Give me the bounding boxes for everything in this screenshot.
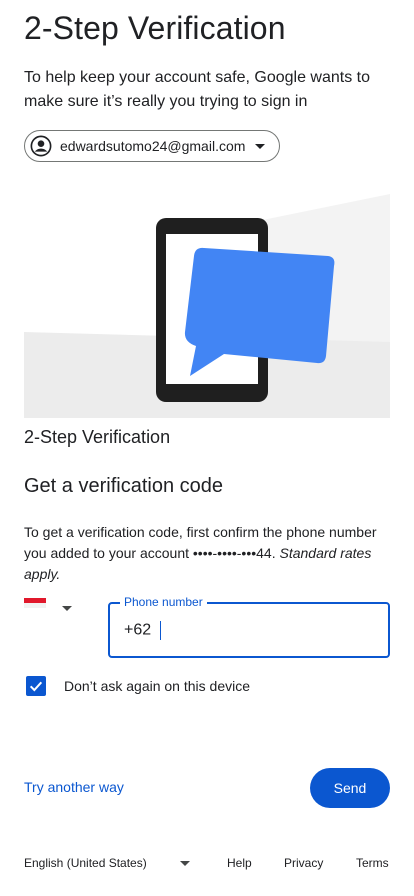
account-chip[interactable]: edwardsutomo24@gmail.com — [24, 130, 280, 162]
try-another-way-link[interactable]: Try another way — [24, 779, 124, 795]
send-button[interactable]: Send — [310, 768, 390, 808]
phone-number-label: Phone number — [120, 595, 207, 609]
verification-code-heading: Get a verification code — [24, 475, 223, 497]
privacy-link[interactable]: Privacy — [284, 856, 323, 870]
remember-device-row[interactable]: Don’t ask again on this device — [26, 676, 250, 696]
help-link[interactable]: Help — [227, 856, 252, 870]
phone-number-value: +62 — [124, 621, 156, 639]
terms-link[interactable]: Terms — [356, 856, 389, 870]
verification-page: 2-Step Verification To help keep your ac… — [0, 0, 414, 896]
phone-with-chat-bubble-illustration — [24, 192, 390, 418]
section-heading: 2-Step Verification — [24, 427, 171, 447]
remember-device-label: Don’t ask again on this device — [64, 678, 250, 694]
indonesia-flag-icon — [24, 598, 46, 608]
phone-number-field[interactable]: Phone number +62 — [108, 595, 390, 658]
chevron-down-icon — [255, 143, 265, 149]
chevron-down-icon[interactable] — [180, 861, 190, 866]
country-code-select[interactable] — [24, 598, 84, 622]
language-select[interactable]: English (United States) — [24, 856, 147, 870]
checkmark-icon — [29, 681, 43, 692]
remember-device-checkbox[interactable] — [26, 676, 46, 696]
text-cursor — [159, 621, 161, 640]
footer: English (United States) Help Privacy Ter… — [24, 856, 390, 874]
page-subtitle: To help keep your account safe, Google w… — [24, 69, 370, 110]
chevron-down-icon — [62, 606, 72, 611]
account-circle-icon — [30, 135, 52, 157]
page-title: 2-Step Verification — [24, 10, 286, 46]
account-email: edwardsutomo24@gmail.com — [60, 138, 246, 154]
phone-number-input[interactable]: +62 — [124, 621, 161, 640]
verification-description: To get a verification code, first confir… — [24, 522, 390, 585]
